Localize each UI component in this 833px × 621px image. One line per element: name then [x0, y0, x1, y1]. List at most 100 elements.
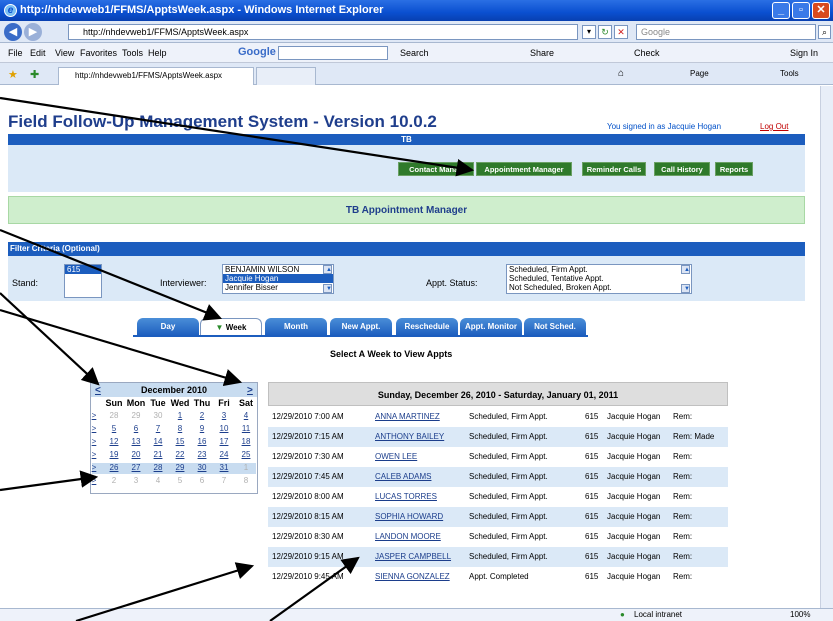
minimize-button[interactable]: _	[772, 2, 790, 19]
nav-reminder-calls[interactable]: Reminder Calls	[582, 162, 646, 176]
menu-favorites[interactable]: Favorites	[80, 48, 117, 58]
patient-name-link[interactable]: OWEN LEE	[375, 447, 417, 467]
toolbar-search-button[interactable]: Search	[400, 48, 429, 58]
calendar-day[interactable]: 28	[105, 411, 123, 420]
close-button[interactable]: ✕	[812, 2, 830, 19]
select-week-link[interactable]: >	[88, 463, 100, 472]
calendar-day[interactable]: 8	[171, 424, 189, 433]
interviewer-listbox[interactable]: BENJAMIN WILSON Jacquie Hogan Jennifer B…	[222, 264, 334, 294]
interviewer-option-selected[interactable]: Jacquie Hogan	[223, 274, 333, 283]
address-field[interactable]: http://nhdevweb1/FFMS/ApptsWeek.aspx	[68, 24, 578, 40]
calendar-week-row[interactable]: >19 20 21 22 23 24 25	[92, 450, 256, 461]
calendar-day[interactable]: 8	[237, 476, 255, 485]
calendar-day[interactable]: 20	[127, 450, 145, 459]
interviewer-option[interactable]: BENJAMIN WILSON	[223, 265, 333, 274]
calendar-day[interactable]: 5	[171, 476, 189, 485]
calendar-day[interactable]: 7	[149, 424, 167, 433]
calendar-day[interactable]: 6	[127, 424, 145, 433]
calendar-day[interactable]: 15	[171, 437, 189, 446]
search-input[interactable]: Google	[636, 24, 816, 40]
google-toolbar-input[interactable]	[278, 46, 388, 60]
calendar-day[interactable]: 31	[215, 463, 233, 472]
calendar-day[interactable]: 26	[105, 463, 123, 472]
tab-week[interactable]: ▼ Week	[200, 318, 262, 336]
tab-new-appt[interactable]: New Appt.	[330, 318, 392, 336]
address-dropdown-button[interactable]: ▾	[582, 25, 596, 39]
logout-link[interactable]: Log Out	[760, 122, 788, 131]
stop-icon[interactable]: ✕	[614, 25, 628, 39]
tab-appt-monitor[interactable]: Appt. Monitor	[460, 318, 522, 336]
calendar-day[interactable]: 29	[171, 463, 189, 472]
calendar-day[interactable]: 1	[171, 411, 189, 420]
tab-day[interactable]: Day	[137, 318, 199, 336]
tab-not-sched[interactable]: Not Sched.	[524, 318, 586, 336]
status-option[interactable]: Scheduled, Tentative Appt.	[507, 274, 691, 283]
tools-menu[interactable]: Tools	[780, 69, 799, 78]
page-menu[interactable]: Page	[690, 69, 709, 78]
calendar-day[interactable]: 17	[215, 437, 233, 446]
refresh-icon[interactable]: ↻	[598, 25, 612, 39]
calendar-day[interactable]: 5	[105, 424, 123, 433]
prev-month-link[interactable]: <	[95, 384, 101, 398]
calendar-day[interactable]: 11	[237, 424, 255, 433]
toolbar-signin-button[interactable]: Sign In	[790, 48, 818, 58]
select-week-link[interactable]: >	[88, 411, 100, 420]
calendar-day[interactable]: 3	[215, 411, 233, 420]
maximize-button[interactable]: ▫	[792, 2, 810, 19]
next-month-link[interactable]: >	[247, 384, 253, 398]
tab-reschedule[interactable]: Reschedule	[396, 318, 458, 336]
calendar-day[interactable]: 2	[105, 476, 123, 485]
toolbar-share-button[interactable]: Share	[530, 48, 554, 58]
nav-appointment-manager[interactable]: Appointment Manager	[476, 162, 572, 176]
scroll-up-icon[interactable]: ▲	[681, 265, 690, 274]
calendar-day[interactable]: 12	[105, 437, 123, 446]
calendar-day[interactable]: 10	[215, 424, 233, 433]
calendar-week-row[interactable]: >12 13 14 15 16 17 18	[92, 437, 256, 448]
calendar-day[interactable]: 9	[193, 424, 211, 433]
scroll-down-icon[interactable]: ▼	[681, 284, 690, 293]
status-option[interactable]: Scheduled, Firm Appt.	[507, 265, 691, 274]
browser-tab-active[interactable]: http://nhdevweb1/FFMS/ApptsWeek.aspx	[58, 67, 254, 85]
vertical-scrollbar[interactable]	[820, 86, 833, 608]
calendar-day[interactable]: 25	[237, 450, 255, 459]
calendar-day[interactable]: 29	[127, 411, 145, 420]
calendar-day[interactable]: 19	[105, 450, 123, 459]
calendar-day[interactable]: 21	[149, 450, 167, 459]
patient-name-link[interactable]: ANTHONY BAILEY	[375, 427, 444, 447]
calendar-week-row[interactable]: >2 3 4 5 6 7 8	[92, 476, 256, 487]
calendar-week-row[interactable]: >28 29 30 1 2 3 4	[92, 411, 256, 422]
toolbar-check-button[interactable]: Check	[634, 48, 660, 58]
patient-name-link[interactable]: ANNA MARTINEZ	[375, 407, 440, 427]
calendar-day[interactable]: 3	[127, 476, 145, 485]
calendar-day[interactable]: 4	[237, 411, 255, 420]
calendar-day[interactable]: 16	[193, 437, 211, 446]
appt-status-listbox[interactable]: Scheduled, Firm Appt. Scheduled, Tentati…	[506, 264, 692, 294]
patient-name-link[interactable]: SOPHIA HOWARD	[375, 507, 443, 527]
calendar-day[interactable]: 28	[149, 463, 167, 472]
add-favorites-icon[interactable]: ✚	[30, 68, 39, 81]
calendar-day[interactable]: 23	[193, 450, 211, 459]
nav-contact-manager[interactable]: Contact Manag	[398, 162, 474, 176]
menu-file[interactable]: File	[8, 48, 23, 58]
menu-edit[interactable]: Edit	[30, 48, 46, 58]
favorites-star-icon[interactable]: ★	[8, 68, 18, 81]
calendar-day[interactable]: 22	[171, 450, 189, 459]
interviewer-option[interactable]: Jennifer Bisser	[223, 283, 333, 292]
stand-option[interactable]: 615	[65, 265, 101, 274]
patient-name-link[interactable]: JASPER CAMPBELL	[375, 547, 451, 567]
nav-reports[interactable]: Reports	[715, 162, 753, 176]
calendar-day[interactable]: 6	[193, 476, 211, 485]
patient-name-link[interactable]: LANDON MOORE	[375, 527, 441, 547]
calendar-day[interactable]: 2	[193, 411, 211, 420]
menu-tools[interactable]: Tools	[122, 48, 143, 58]
select-week-link[interactable]: >	[88, 437, 100, 446]
select-week-link[interactable]: >	[88, 476, 100, 485]
select-week-link[interactable]: >	[88, 424, 100, 433]
forward-button[interactable]: ▶	[24, 23, 42, 41]
status-option[interactable]: Not Scheduled, Broken Appt.	[507, 283, 691, 292]
new-tab-button[interactable]	[256, 67, 316, 85]
calendar-day[interactable]: 14	[149, 437, 167, 446]
scroll-up-icon[interactable]: ▲	[323, 265, 332, 274]
back-button[interactable]: ◀	[4, 23, 22, 41]
calendar-day[interactable]: 24	[215, 450, 233, 459]
